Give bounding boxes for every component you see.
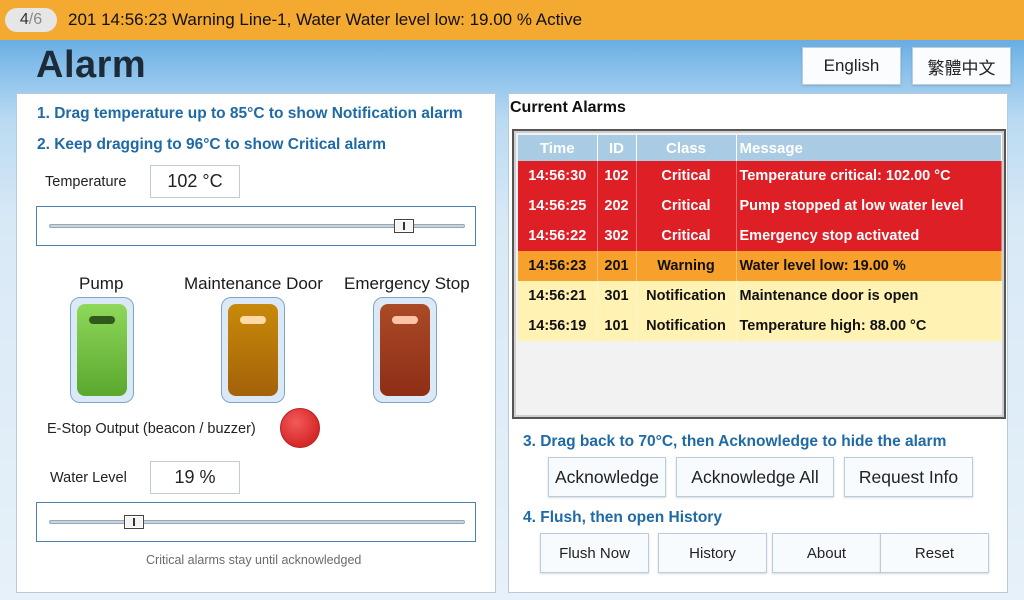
alarm-id: 101 [597,311,637,341]
pump-paddle [77,304,127,396]
temperature-value: 102 °C [150,165,240,198]
alarm-message: Temperature high: 88.00 °C [736,311,1002,341]
alarm-time: 14:56:25 [518,191,598,221]
page-title: Alarm [36,44,147,86]
alarm-time: 14:56:22 [518,221,598,251]
alarm-time: 14:56:19 [518,311,598,341]
alarm-class: Notification [636,311,737,341]
alarm-class: Critical [636,191,737,221]
maintenance-door-indicator-slot [240,316,266,324]
acknowledge-button[interactable]: Acknowledge [548,457,666,497]
instruction-step-4: 4. Flush, then open History [523,509,722,526]
acknowledge-all-button[interactable]: Acknowledge All [676,457,834,497]
acknowledge-note: Critical alarms stay until acknowledged [146,553,362,567]
alarm-row[interactable]: 14:56:21 301 Notification Maintenance do… [518,281,1002,311]
banner-message: 201 14:56:23 Warning Line-1, Water Water… [68,10,583,29]
page-total: /6 [28,11,43,28]
request-info-button[interactable]: Request Info [844,457,973,497]
alarm-time: 14:56:23 [518,251,598,281]
history-button[interactable]: History [658,533,767,573]
alarm-banner[interactable]: 4/6 201 14:56:23 Warning Line-1, Water W… [0,0,1024,40]
alarm-message: Pump stopped at low water level [736,191,1002,221]
alarm-class: Notification [636,281,737,311]
maintenance-door-toggle[interactable] [221,297,285,403]
alarm-class: Critical [636,221,737,251]
alarm-id: 301 [597,281,637,311]
column-header-message[interactable]: Message [736,135,1002,161]
estop-beacon-indicator [280,408,320,448]
alarm-row[interactable]: 14:56:19 101 Notification Temperature hi… [518,311,1002,341]
alarm-class: Warning [636,251,737,281]
pump-label: Pump [79,274,124,293]
maintenance-door-label: Maintenance Door [184,274,323,293]
emergency-stop-indicator-slot [392,316,418,324]
controls-panel: 1. Drag temperature up to 85°C to show N… [16,93,496,593]
about-button[interactable]: About [772,533,881,573]
temperature-slider[interactable] [36,206,476,246]
alarm-page-indicator[interactable]: 4/6 [5,8,57,32]
alarm-id: 102 [597,161,637,191]
temperature-slider-handle[interactable] [393,219,414,233]
water-level-slider-handle[interactable] [124,515,145,529]
water-level-slider-track [49,520,465,524]
current-alarms-title: Current Alarms [510,99,626,116]
water-level-value: 19 % [150,461,240,494]
column-header-time[interactable]: Time [518,135,598,161]
alarm-row[interactable]: 14:56:22 302 Critical Emergency stop act… [518,221,1002,251]
alarm-table-frame: Time ID Class Message 14:56:30 102 Criti… [512,129,1006,419]
maintenance-door-paddle [228,304,278,396]
alarm-class: Critical [636,161,737,191]
column-header-id[interactable]: ID [597,135,637,161]
page-current: 4 [19,11,29,28]
instruction-step-3: 3. Drag back to 70°C, then Acknowledge t… [523,433,947,450]
alarm-row[interactable]: 14:56:30 102 Critical Temperature critic… [518,161,1002,191]
alarm-time: 14:56:21 [518,281,598,311]
emergency-stop-toggle[interactable] [373,297,437,403]
alarm-message: Emergency stop activated [736,221,1002,251]
alarm-table-header: Time ID Class Message [518,135,1002,161]
instruction-step-2: 2. Keep dragging to 96°C to show Critica… [37,136,386,153]
column-header-class[interactable]: Class [636,135,737,161]
alarm-id: 302 [597,221,637,251]
alarm-message: Maintenance door is open [736,281,1002,311]
chinese-button[interactable]: 繁體中文 [912,47,1011,85]
alarm-time: 14:56:30 [518,161,598,191]
flush-now-button[interactable]: Flush Now [540,533,649,573]
instruction-step-1: 1. Drag temperature up to 85°C to show N… [37,105,463,122]
pump-indicator-slot [89,316,115,324]
emergency-stop-paddle [380,304,430,396]
reset-button[interactable]: Reset [880,533,989,573]
alarm-message: Temperature critical: 102.00 °C [736,161,1002,191]
water-level-slider[interactable] [36,502,476,542]
estop-output-label: E-Stop Output (beacon / buzzer) [47,421,256,437]
emergency-stop-label: Emergency Stop [344,274,470,293]
alarms-panel: Current Alarms Time ID Class Message 14:… [508,93,1008,593]
pump-toggle[interactable] [70,297,134,403]
temperature-label: Temperature [45,174,127,190]
alarm-table: Time ID Class Message 14:56:30 102 Criti… [518,135,1002,341]
english-button[interactable]: English [802,47,901,85]
alarm-row[interactable]: 14:56:23 201 Warning Water level low: 19… [518,251,1002,281]
alarm-id: 201 [597,251,637,281]
water-level-label: Water Level [50,470,127,486]
alarm-message: Water level low: 19.00 % [736,251,1002,281]
alarm-row[interactable]: 14:56:25 202 Critical Pump stopped at lo… [518,191,1002,221]
alarm-id: 202 [597,191,637,221]
